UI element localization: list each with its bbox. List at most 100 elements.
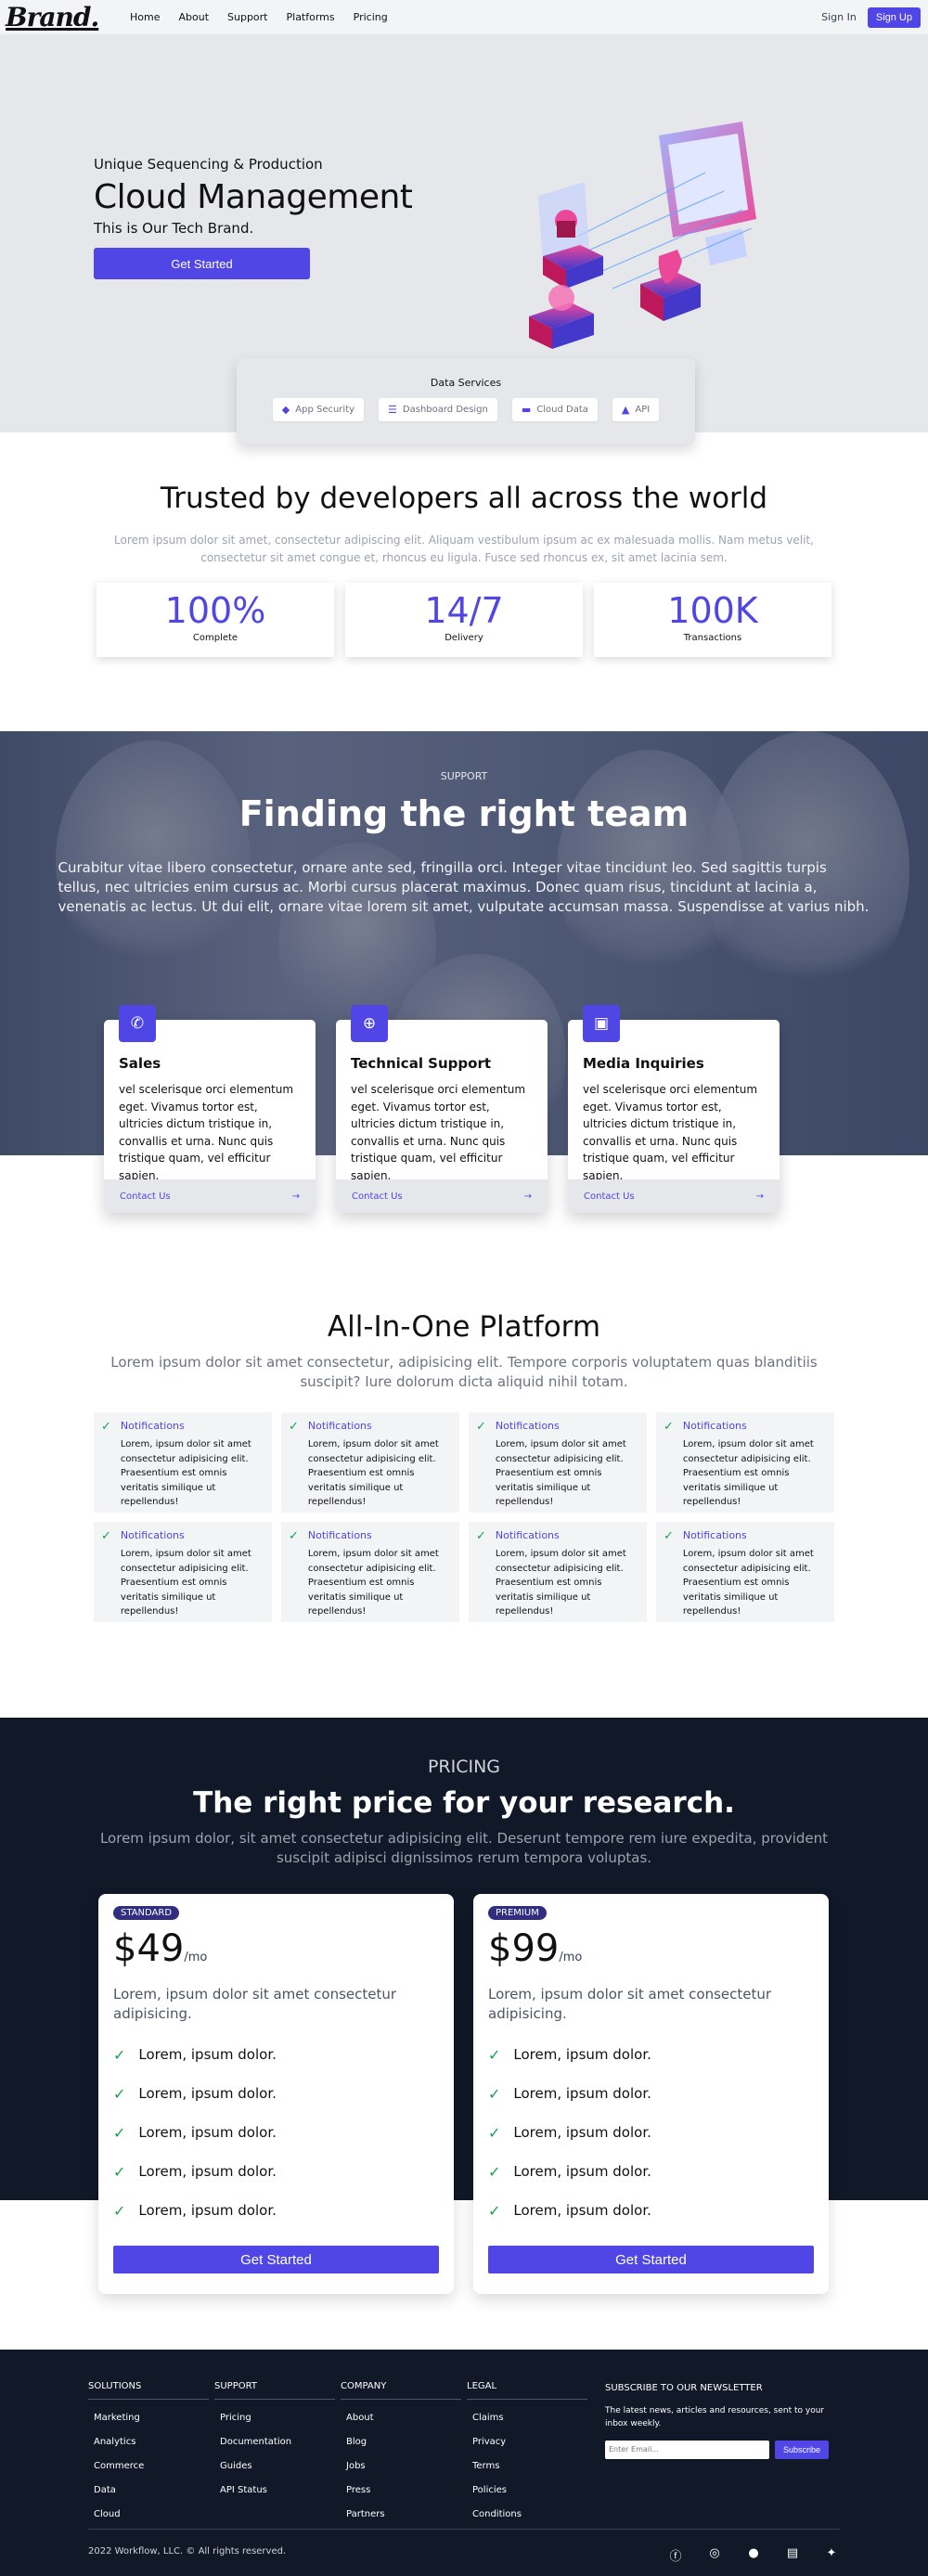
team-card-media-inquiries: ▣ Media Inquiries vel scelerisque orci e… <box>568 1005 780 1213</box>
footer-heading: LEGAL <box>467 2381 587 2400</box>
plan-feature: ✓ Lorem, ipsum dolor. <box>488 2113 814 2152</box>
footer-link[interactable]: API Status <box>214 2483 335 2507</box>
data-services-title: Data Services <box>430 377 502 389</box>
footer-link[interactable]: Pricing <box>214 2411 335 2435</box>
plan-feature: ✓ Lorem, ipsum dolor. <box>113 2035 439 2074</box>
check-icon: ✓ <box>664 1529 674 1543</box>
team-card-title: Sales <box>119 1055 161 1072</box>
team-cards: ✆ Sales vel scelerisque orci elementum e… <box>104 1005 780 1213</box>
plan-price: $49/mo <box>113 1927 439 1970</box>
plan-feature-label: Lorem, ipsum dolor. <box>138 2046 277 2063</box>
pricing-body: Lorem ipsum dolor, sit amet consectetur … <box>99 1830 829 1866</box>
plan-get-started-button[interactable]: Get Started <box>488 2246 814 2273</box>
nav-link-pricing[interactable]: Pricing <box>354 11 388 23</box>
trusted-title: Trusted by developers all across the wor… <box>160 482 768 515</box>
subscribe-button[interactable]: Subscribe <box>775 2440 829 2459</box>
team-card-body: vel scelerisque orci elementum eget. Viv… <box>119 1083 294 1182</box>
feature-item: ✓ Notifications Lorem, ipsum dolor sit ame… <box>656 1522 834 1622</box>
footer-link[interactable]: About <box>341 2411 461 2435</box>
footer-link[interactable]: Terms <box>467 2459 587 2483</box>
pricing-plans: STANDARD $49/mo Lorem, ipsum dolor sit a… <box>98 1894 829 2294</box>
twitch-icon[interactable]: ▤ <box>784 2546 801 2564</box>
brand-logo[interactable]: Brand. <box>6 2 130 32</box>
service-label: Dashboard Design <box>402 405 488 415</box>
contact-us-link[interactable]: Contact Us → <box>104 1179 316 1213</box>
footer-link[interactable]: Documentation <box>214 2435 335 2459</box>
email-input[interactable] <box>605 2440 769 2459</box>
hero-text: Unique Sequencing & Production Cloud Man… <box>94 156 413 279</box>
twitter-icon[interactable]: ✦ <box>823 2546 840 2564</box>
nav-link-home[interactable]: Home <box>130 11 160 23</box>
plan-feature: ✓ Lorem, ipsum dolor. <box>113 2113 439 2152</box>
feature-desc: Lorem, ipsum dolor sit amet consectetur … <box>495 1549 626 1616</box>
platform-section: All-In-One Platform Lorem ipsum dolor si… <box>0 1269 928 1718</box>
plan-badge: STANDARD <box>113 1906 180 1920</box>
hero-get-started-button[interactable]: Get Started <box>94 248 310 279</box>
team-card-technical-support: ⊕ Technical Support vel scelerisque orci… <box>336 1005 548 1213</box>
layers-icon: ◆ <box>281 404 290 416</box>
feature-item: ✓ Notifications Lorem, ipsum dolor sit ame… <box>656 1412 834 1513</box>
footer-links: About Blog Jobs Press Partners <box>341 2411 461 2531</box>
feature-item: ✓ Notifications Lorem, ipsum dolor sit ame… <box>94 1522 272 1622</box>
team-text: SUPPORT Finding the right team Curabitur… <box>0 731 928 917</box>
footer-link[interactable]: Blog <box>341 2435 461 2459</box>
footer-links: Claims Privacy Terms Policies Conditions <box>467 2411 587 2531</box>
footer-link[interactable]: Guides <box>214 2459 335 2483</box>
check-icon: ✓ <box>113 2201 126 2220</box>
footer-link[interactable]: Claims <box>467 2411 587 2435</box>
footer-links: Pricing Documentation Guides API Status <box>214 2411 335 2507</box>
plan-get-started-button[interactable]: Get Started <box>113 2246 439 2273</box>
footer-col-legal: LEGAL Claims Privacy Terms Policies Cond… <box>467 2381 587 2531</box>
footer-link[interactable]: Privacy <box>467 2435 587 2459</box>
footer-link[interactable]: Marketing <box>88 2411 209 2435</box>
nav-link-platforms[interactable]: Platforms <box>287 11 335 23</box>
facebook-icon[interactable]: ⓕ <box>667 2546 684 2564</box>
plan-feature: ✓ Lorem, ipsum dolor. <box>113 2152 439 2191</box>
service-dashboard-design[interactable]: ☰ Dashboard Design <box>379 398 497 421</box>
github-icon[interactable]: ● <box>745 2546 762 2564</box>
stat-card: 100K Transactions <box>594 583 831 658</box>
team-card-sales: ✆ Sales vel scelerisque orci elementum e… <box>104 1005 316 1213</box>
feature-desc: Lorem, ipsum dolor sit amet consectetur … <box>307 1439 439 1507</box>
nav-auth: Sign In Sign Up <box>821 6 921 28</box>
stat-value: 14/7 <box>424 590 504 632</box>
plan-price-value: $99 <box>488 1927 560 1970</box>
plan-feature-label: Lorem, ipsum dolor. <box>513 2085 651 2102</box>
feature-title: Notifications <box>120 1420 185 1432</box>
check-icon: ✓ <box>101 1420 111 1434</box>
feature-title: Notifications <box>682 1529 747 1541</box>
service-label: API <box>635 405 651 415</box>
footer-link[interactable]: Analytics <box>88 2435 209 2459</box>
contact-us-label: Contact Us <box>120 1191 171 1202</box>
instagram-icon[interactable]: ◎ <box>706 2546 723 2564</box>
footer-link[interactable]: Commerce <box>88 2459 209 2483</box>
sign-up-button[interactable]: Sign Up <box>867 6 921 28</box>
trusted-body: Lorem ipsum dolor sit amet, consectetur … <box>114 534 814 564</box>
plan-feature-label: Lorem, ipsum dolor. <box>138 2202 277 2219</box>
plan-badge: PREMIUM <box>488 1906 547 1920</box>
contact-us-link[interactable]: Contact Us → <box>336 1179 548 1213</box>
nav-link-about[interactable]: About <box>178 11 209 23</box>
pricing-label: PRICING <box>427 1757 501 1777</box>
feature-item: ✓ Notifications Lorem, ipsum dolor sit ame… <box>469 1522 647 1622</box>
check-icon: ✓ <box>113 2084 126 2103</box>
nav-link-support[interactable]: Support <box>227 11 267 23</box>
footer-link[interactable]: Jobs <box>341 2459 461 2483</box>
footer-link[interactable]: Data <box>88 2483 209 2507</box>
team-card-body: vel scelerisque orci elementum eget. Viv… <box>351 1083 526 1182</box>
footer-link[interactable]: Policies <box>467 2483 587 2507</box>
plan-feature: ✓ Lorem, ipsum dolor. <box>488 2074 814 2113</box>
plan-feature-label: Lorem, ipsum dolor. <box>138 2124 277 2141</box>
plan-feature-label: Lorem, ipsum dolor. <box>513 2124 651 2141</box>
platform-title: All-In-One Platform <box>327 1310 601 1344</box>
check-icon: ✓ <box>488 2045 501 2064</box>
team-card-body: vel scelerisque orci elementum eget. Viv… <box>583 1083 758 1182</box>
contact-us-link[interactable]: Contact Us → <box>568 1179 780 1213</box>
footer-link[interactable]: Press <box>341 2483 461 2507</box>
service-cloud-data[interactable]: ▬ Cloud Data <box>511 398 598 421</box>
social-links: ⓕ ◎ ● ▤ ✦ <box>667 2546 840 2564</box>
plan-period: /mo <box>559 1951 583 1964</box>
service-app-security[interactable]: ◆ App Security <box>272 398 365 421</box>
service-api[interactable]: ▲ API <box>612 398 660 421</box>
sign-in-link[interactable]: Sign In <box>821 11 857 23</box>
